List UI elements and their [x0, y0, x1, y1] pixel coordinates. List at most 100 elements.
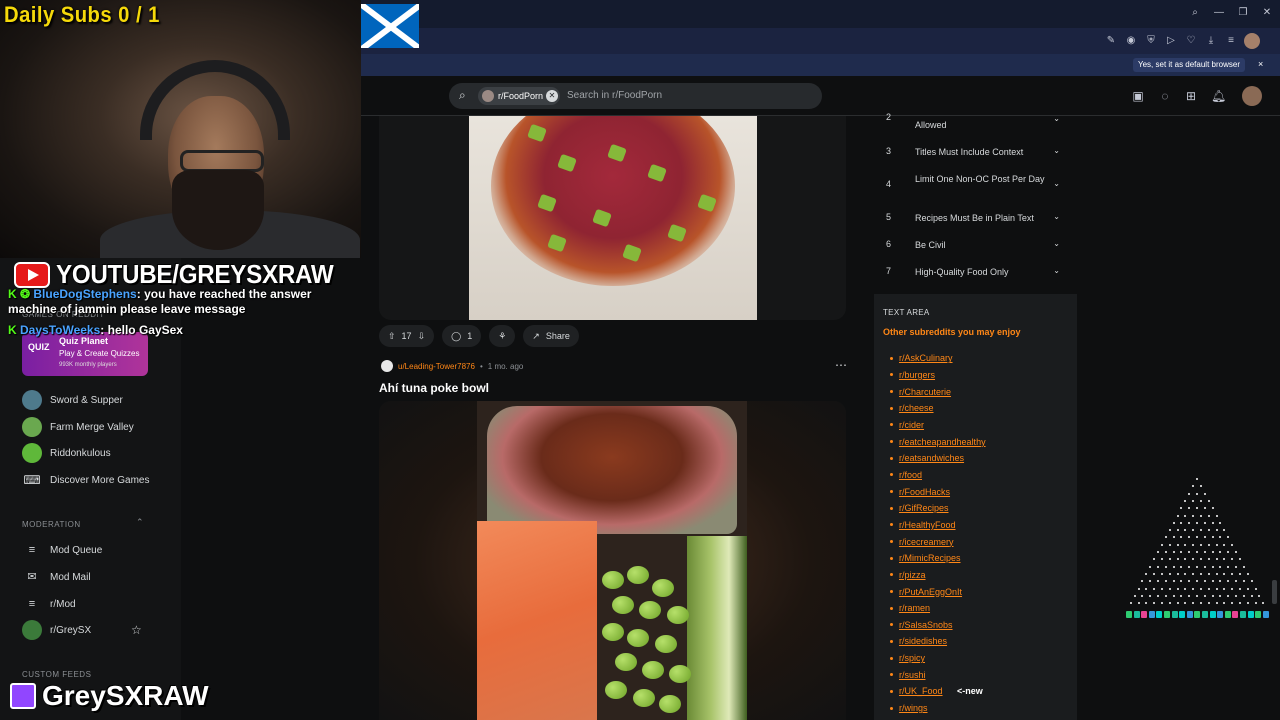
user-avatar[interactable] [1242, 86, 1262, 106]
ad-icon[interactable]: ▣ [1131, 89, 1145, 103]
gamepad-icon: ⌨ [23, 473, 41, 487]
close-prompt-icon[interactable]: × [1258, 59, 1263, 69]
other-subs-list: r/AskCulinary r/burgers r/Charcuterie r/… [890, 350, 986, 716]
star-icon[interactable]: ☆ [131, 623, 142, 637]
sub-link[interactable]: r/food [890, 467, 986, 484]
post-image-tuna-ceviche[interactable] [379, 116, 846, 320]
rule-item[interactable]: 2 Allowed ⌄ [886, 112, 1066, 131]
comments-button[interactable]: ◯ 1 [442, 325, 482, 347]
menu-icon[interactable]: ≡ [1224, 35, 1238, 46]
post-meta: u/Leading-Tower7876 • 1 mo. ago [381, 360, 523, 372]
sub-link[interactable]: r/eatsandwiches [890, 450, 986, 467]
sidebar-item-mod-queue[interactable]: ≡ Mod Queue [22, 540, 102, 560]
sub-link[interactable]: r/SalsaSnobs [890, 617, 986, 634]
sub-link[interactable]: r/sushi [890, 666, 986, 683]
set-default-browser-button[interactable]: Yes, set it as default browser [1133, 58, 1245, 72]
custom-feeds-label[interactable]: CUSTOM FEEDS [22, 670, 91, 679]
share-icon: ↗ [532, 330, 540, 341]
queue-icon: ≡ [28, 544, 36, 556]
chevron-down-icon[interactable]: ⌄ [1053, 266, 1060, 275]
chevron-down-icon[interactable]: ⌄ [1053, 146, 1060, 155]
clear-icon[interactable]: ✕ [546, 90, 558, 102]
mail-icon: ✉ [27, 571, 37, 583]
sub-link[interactable]: r/wings [890, 700, 986, 717]
game-icon [22, 443, 42, 463]
sub-link[interactable]: r/eatcheapandhealthy [890, 433, 986, 450]
sub-link[interactable]: r/MimicRecipes [890, 550, 986, 567]
sub-link[interactable]: r/HealthyFood [890, 517, 986, 534]
rule-item[interactable]: 3 Titles Must Include Context ⌄ [886, 146, 1066, 158]
quiz-planet-card[interactable]: QUIZ Quiz Planet Play & Create Quizzes 9… [22, 332, 148, 376]
close-window-icon[interactable]: ✕ [1260, 7, 1274, 18]
new-tag: <-new [957, 686, 983, 697]
sub-link[interactable]: r/pizza [890, 567, 986, 584]
upvote-icon[interactable]: ⇧ [388, 331, 396, 342]
quiz-subtitle: Play & Create Quizzes [59, 349, 140, 358]
search-icon[interactable]: ⌕ [1188, 7, 1202, 18]
search-input[interactable]: Search in r/FoodPorn [567, 90, 662, 101]
profile-avatar[interactable] [1244, 33, 1260, 49]
award-button[interactable]: ⚘ [489, 325, 516, 347]
sidebar-item-sword-supper[interactable]: Sword & Supper [22, 390, 123, 410]
twitch-icon [10, 683, 36, 709]
sidebar-item-r-mod[interactable]: ≡ r/Mod [22, 594, 76, 614]
rule-item[interactable]: 4 Limit One Non-OC Post Per Day ⌄ [886, 173, 1066, 189]
post-image-poke-bowl[interactable] [379, 401, 846, 720]
notifications-icon[interactable]: 🔔︎ [1211, 89, 1226, 103]
author-avatar[interactable] [381, 360, 393, 372]
camera-icon[interactable]: ◉ [1124, 35, 1138, 46]
sidebar-item-discover-games[interactable]: ⌨ Discover More Games [22, 470, 149, 490]
game-icon [22, 390, 42, 410]
sub-link[interactable]: r/PutAnEggOnIt [890, 583, 986, 600]
heart-icon[interactable]: ♡ [1184, 35, 1198, 46]
sidebar-item-riddonkulous[interactable]: Riddonkulous [22, 443, 111, 463]
chevron-down-icon[interactable]: ⌄ [1053, 114, 1060, 123]
sub-link[interactable]: r/icecreamery [890, 533, 986, 550]
edit-icon[interactable]: ✎ [1104, 35, 1118, 46]
chevron-up-icon[interactable]: ⌃ [136, 517, 144, 528]
rule-item[interactable]: 5 Recipes Must Be in Plain Text ⌄ [886, 212, 1066, 224]
community-icon [482, 90, 494, 102]
shield-icon[interactable]: ⛨ [1144, 35, 1158, 46]
share-button[interactable]: ↗ Share [523, 325, 579, 347]
community-icon [22, 620, 42, 640]
minimize-icon[interactable]: — [1212, 7, 1226, 18]
daily-subs-counter: Daily Subs 0 / 1 [4, 2, 160, 27]
chevron-down-icon[interactable]: ⌄ [1053, 179, 1060, 188]
chevron-down-icon[interactable]: ⌄ [1053, 212, 1060, 221]
rule-item[interactable]: 7 High-Quality Food Only ⌄ [886, 266, 1066, 278]
search-icon: ⌕ [459, 88, 466, 102]
sub-link[interactable]: r/FoodHacks [890, 483, 986, 500]
play-icon[interactable]: ▷ [1164, 35, 1178, 46]
rule-item[interactable]: 6 Be Civil ⌄ [886, 239, 1066, 251]
downvote-icon[interactable]: ⇩ [418, 331, 426, 342]
sub-link[interactable]: r/burgers [890, 367, 986, 384]
sub-link[interactable]: r/spicy [890, 650, 986, 667]
sub-link[interactable]: r/Charcuterie [890, 383, 986, 400]
more-options-icon[interactable]: ⋯ [835, 358, 847, 372]
sidebar-item-r-greysx[interactable]: r/GreySX [22, 620, 91, 640]
sub-link[interactable]: r/cheese [890, 400, 986, 417]
sub-link[interactable]: r/GifRecipes [890, 500, 986, 517]
sidebar-item-farm-merge[interactable]: Farm Merge Valley [22, 417, 134, 437]
sub-link[interactable]: r/ramen [890, 600, 986, 617]
sub-link[interactable]: r/UK_Food <-new [890, 683, 986, 700]
sub-link[interactable]: r/sidedishes [890, 633, 986, 650]
sub-link[interactable]: r/cider [890, 417, 986, 434]
vote-control[interactable]: ⇧ 17 ⇩ [379, 325, 435, 347]
chat-icon[interactable]: ◌ [1158, 89, 1172, 103]
scrollbar[interactable] [1270, 116, 1280, 720]
sidebar-item-mod-mail[interactable]: ✉ Mod Mail [22, 567, 90, 587]
community-chip[interactable]: r/FoodPorn ✕ [478, 87, 560, 105]
download-icon[interactable]: ⤓ [1204, 35, 1218, 46]
post-title[interactable]: Ahí tuna poke bowl [379, 381, 489, 395]
restore-icon[interactable]: ❐ [1236, 7, 1250, 18]
scroll-thumb[interactable] [1272, 580, 1277, 604]
moderation-section-label[interactable]: MODERATION [22, 520, 81, 529]
post-author[interactable]: u/Leading-Tower7876 [398, 362, 475, 371]
sub-link[interactable]: r/AskCulinary [890, 350, 986, 367]
chevron-down-icon[interactable]: ⌄ [1053, 239, 1060, 248]
chat-message-2: K DaysToWeeks: hello GaySex [8, 323, 183, 337]
create-post-icon[interactable]: ⊞ [1184, 89, 1198, 103]
award-icon: ⚘ [498, 330, 507, 341]
